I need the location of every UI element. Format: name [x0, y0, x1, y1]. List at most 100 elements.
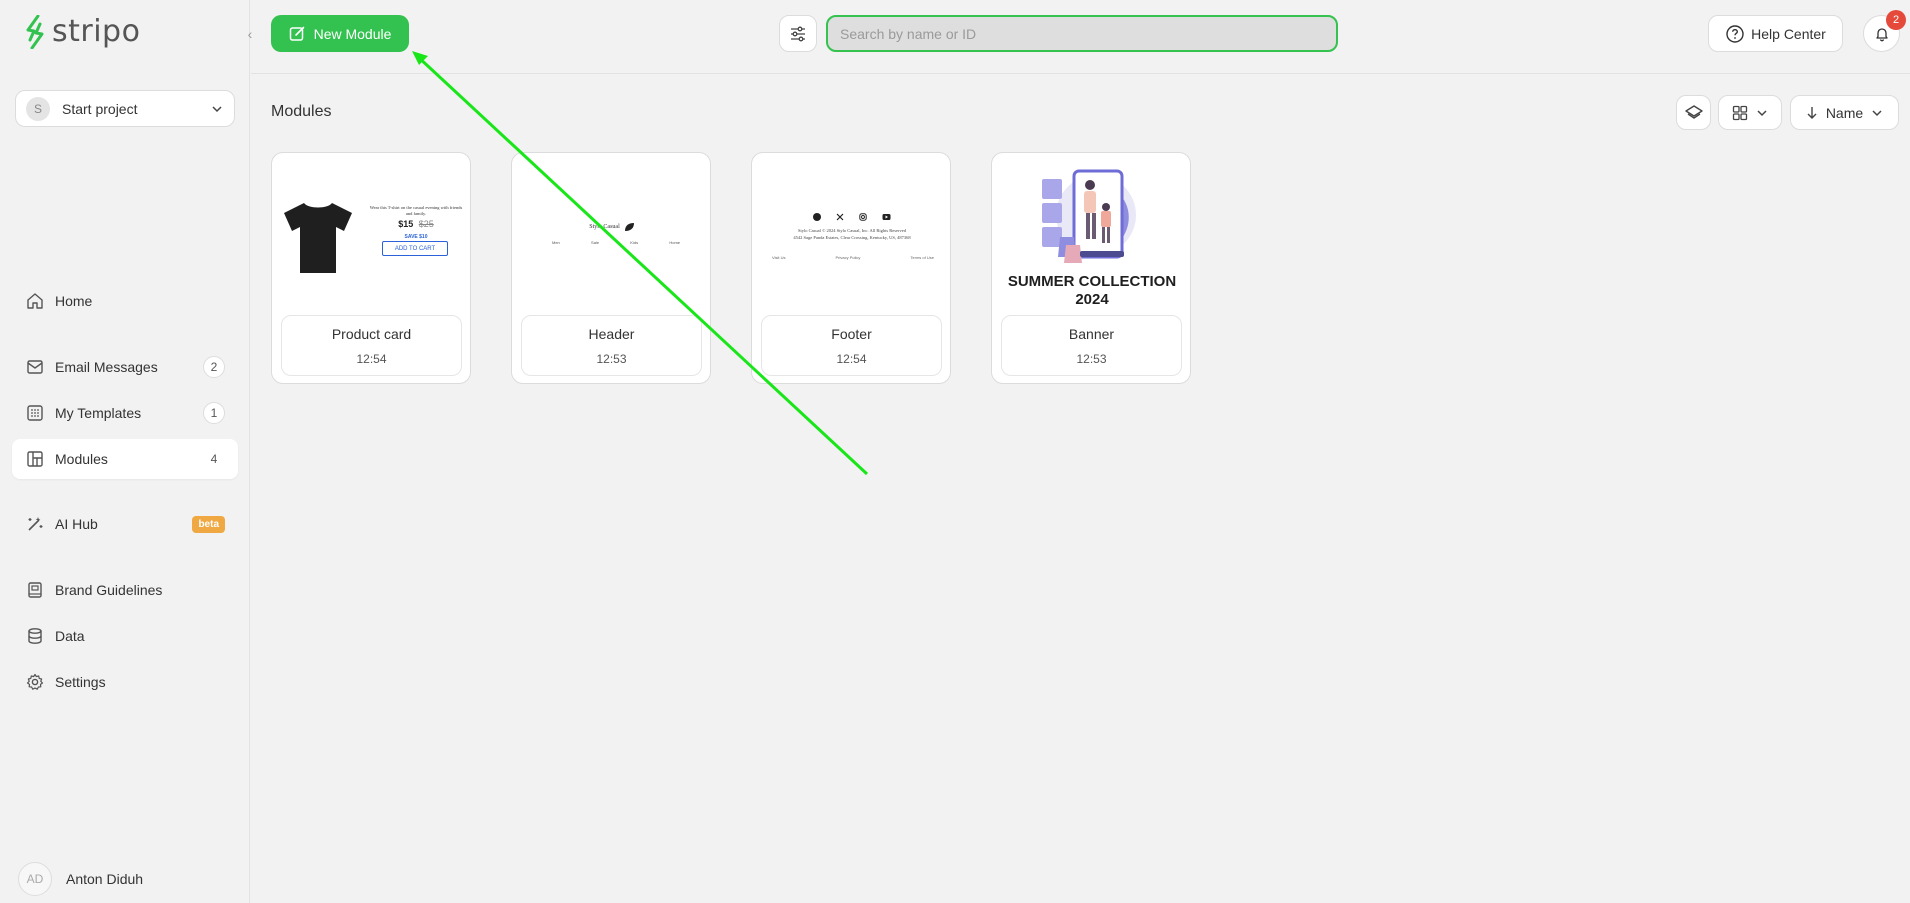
sidebar-item-modules[interactable]: Modules 4 — [12, 439, 238, 479]
templates-icon — [25, 403, 45, 423]
help-center-button[interactable]: Help Center — [1708, 15, 1843, 52]
sidebar-item-my-templates[interactable]: My Templates 1 — [12, 393, 238, 433]
module-name: Banner — [1068, 326, 1115, 342]
module-time: 12:54 — [356, 352, 387, 366]
filter-button[interactable] — [779, 15, 817, 52]
brand-name: stripo — [52, 14, 141, 49]
product-old-price: $25 — [418, 219, 434, 229]
sidebar-item-ai-hub[interactable]: AI Hub beta — [12, 504, 238, 544]
new-module-label: New Module — [313, 25, 392, 42]
beta-badge: beta — [192, 515, 225, 533]
new-module-button[interactable]: New Module — [271, 15, 409, 52]
count-badge: 2 — [203, 356, 225, 378]
module-preview: Wear this T-shirt on the casual evening … — [272, 153, 470, 313]
modules-icon — [25, 449, 45, 469]
book-icon — [25, 580, 45, 600]
edit-icon — [289, 26, 304, 41]
magic-wand-icon — [25, 514, 45, 534]
gear-icon — [25, 672, 45, 692]
module-preview: Stylo Casual Men Sale Kids Home — [512, 153, 710, 313]
stripo-logo-icon — [26, 14, 44, 49]
count-badge: 1 — [203, 402, 225, 424]
module-time: 12:53 — [1076, 352, 1107, 366]
module-name: Product card — [331, 326, 412, 342]
chevron-down-icon — [212, 105, 222, 112]
instagram-icon — [859, 213, 867, 221]
sidebar-item-brand-guidelines[interactable]: Brand Guidelines — [12, 570, 238, 610]
summer-shopping-illustration — [1042, 169, 1136, 263]
module-name: Header — [588, 326, 635, 342]
header-menu-item: Men — [552, 240, 560, 245]
mail-icon — [25, 357, 45, 377]
sidebar-item-label: Email Messages — [55, 359, 158, 375]
sidebar-item-label: Brand Guidelines — [55, 582, 163, 598]
layers-button[interactable] — [1676, 95, 1711, 130]
module-card-info: Product card 12:54 — [281, 315, 462, 376]
sidebar: stripo ‹ S Start project Home Email Mess… — [0, 0, 252, 903]
sidebar-item-home[interactable]: Home — [12, 281, 238, 321]
add-to-cart-button: ADD TO CART — [382, 241, 448, 256]
project-selector[interactable]: S Start project — [15, 90, 235, 127]
stripo-logo[interactable]: stripo — [24, 14, 140, 49]
header-logo-text: Stylo Casual — [589, 224, 620, 230]
search-input[interactable] — [826, 15, 1338, 52]
x-twitter-icon — [836, 213, 844, 221]
home-icon — [25, 291, 45, 311]
project-label: Start project — [62, 100, 138, 117]
module-time: 12:54 — [836, 352, 867, 366]
footer-address: 4542 Sage Panda Estates, Clear Crossing,… — [793, 235, 911, 240]
page-title: Modules — [271, 103, 332, 120]
sidebar-item-label: Settings — [55, 674, 106, 690]
facebook-icon — [813, 213, 821, 221]
module-card-info: Header 12:53 — [521, 315, 702, 376]
filter-sliders-icon — [791, 26, 805, 41]
notification-count-badge: 2 — [1886, 10, 1906, 30]
grid-view-icon — [1732, 105, 1748, 120]
product-save-label: SAVE $10 — [404, 234, 428, 240]
module-card-product-card[interactable]: Wear this T-shirt on the casual evening … — [271, 152, 471, 384]
annotation-arrow — [412, 51, 869, 476]
product-blurb: Wear this T-shirt on the casual evening … — [369, 205, 463, 216]
module-preview: Stylo Casual © 2024 Stylo Casual, Inc. A… — [752, 153, 950, 313]
header-menu-item: Sale — [591, 240, 600, 245]
sidebar-item-email-messages[interactable]: Email Messages 2 — [12, 347, 238, 387]
footer-copyright: Stylo Casual © 2024 Stylo Casual, Inc. A… — [797, 228, 907, 233]
youtube-icon — [882, 214, 891, 220]
arrow-down-icon — [1807, 106, 1817, 119]
banner-headline: SUMMER COLLECTION 2024 — [1007, 273, 1177, 308]
count-badge: 4 — [210, 452, 218, 466]
topbar: New Module Help Center 2 — [251, 0, 1910, 74]
module-card-footer[interactable]: Stylo Casual © 2024 Stylo Casual, Inc. A… — [751, 152, 951, 384]
user-profile[interactable]: AD Anton Diduh — [18, 862, 143, 896]
footer-link: Visit Us — [772, 255, 786, 260]
layers-icon — [1684, 104, 1703, 119]
avatar: AD — [18, 862, 52, 896]
module-card-banner[interactable]: SUMMER COLLECTION 2024 Banner 12:53 — [991, 152, 1191, 384]
project-avatar: S — [26, 96, 50, 121]
user-name: Anton Diduh — [66, 871, 144, 887]
module-time: 12:53 — [596, 352, 627, 366]
chevron-down-icon — [1757, 109, 1767, 116]
footer-link: Terms of Use — [910, 255, 934, 260]
module-name: Footer — [831, 326, 872, 342]
sidebar-item-data[interactable]: Data — [12, 616, 238, 656]
sidebar-item-label: Home — [55, 293, 93, 309]
database-icon — [25, 626, 45, 646]
sidebar-item-label: Data — [55, 628, 85, 644]
leaf-logo-icon — [624, 223, 634, 231]
tshirt-image — [284, 203, 352, 273]
product-price: $15 — [398, 219, 414, 229]
sidebar-item-label: AI Hub — [55, 516, 98, 532]
module-card-header[interactable]: Stylo Casual Men Sale Kids Home Header 1… — [511, 152, 711, 384]
header-menu-item: Home — [669, 240, 680, 245]
sort-label: Name — [1825, 104, 1864, 121]
question-circle-icon — [1726, 24, 1744, 43]
sort-dropdown[interactable]: Name — [1790, 95, 1899, 130]
sidebar-item-settings[interactable]: Settings — [12, 662, 238, 702]
help-center-label: Help Center — [1751, 25, 1826, 42]
header-menu-item: Kids — [630, 240, 639, 245]
footer-link: Privacy Policy — [835, 255, 861, 260]
bell-icon — [1875, 27, 1888, 41]
view-mode-dropdown[interactable] — [1718, 95, 1782, 130]
sidebar-item-label: Modules — [55, 451, 108, 467]
